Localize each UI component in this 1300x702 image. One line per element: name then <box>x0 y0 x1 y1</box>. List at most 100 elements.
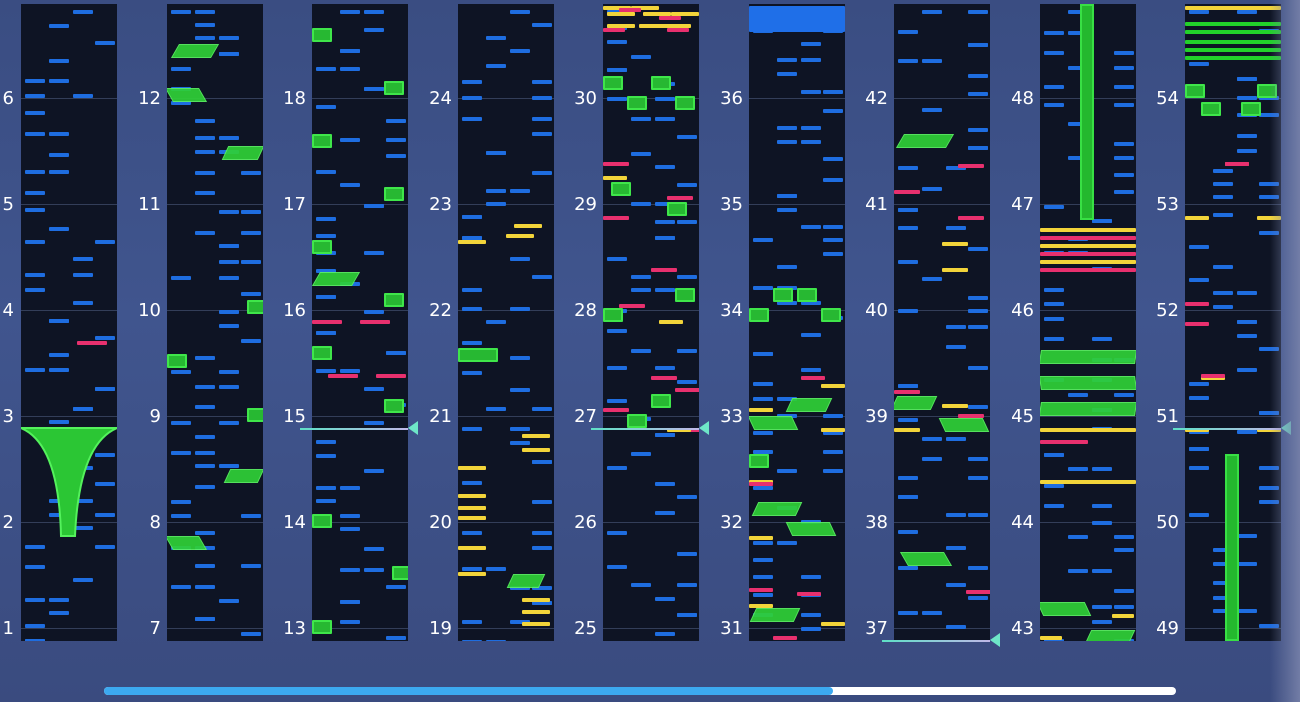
drag-note <box>458 546 486 550</box>
tap-note <box>171 514 191 518</box>
chart-column-6[interactable] <box>749 4 845 641</box>
tap-note <box>1114 103 1134 107</box>
tap-note <box>195 356 215 360</box>
drag-note <box>749 604 773 608</box>
tap-note <box>510 441 530 445</box>
flick-note <box>894 390 920 394</box>
hold-block-note <box>821 308 841 322</box>
tap-note <box>1114 548 1134 552</box>
drag-note <box>522 622 550 626</box>
chart-column-1[interactable] <box>21 4 117 641</box>
tap-note <box>823 225 843 229</box>
tap-note <box>340 514 360 518</box>
tap-note <box>946 345 966 349</box>
bar-separator <box>749 628 845 629</box>
tap-note <box>195 385 215 389</box>
bar-number-label: 20 <box>429 512 452 533</box>
slide-note <box>785 522 837 536</box>
tap-note <box>607 40 627 44</box>
tap-note <box>171 585 191 589</box>
tap-note <box>241 231 261 235</box>
tap-note <box>462 96 482 100</box>
slide-note <box>895 134 955 148</box>
chart-column-7[interactable] <box>894 4 990 641</box>
bar-separator <box>603 522 699 523</box>
note-chart-area[interactable]: 1 2 3 4 5 6 7 8 9 10 11 12 13 14 15 16 17 18 19 20 21 22 23 24 2… <box>0 0 1300 702</box>
tap-note <box>241 514 261 518</box>
bar-number-label: 24 <box>429 88 452 109</box>
tap-note <box>1237 134 1257 138</box>
bar-number-label: 15 <box>283 406 306 427</box>
tap-note <box>1068 535 1088 539</box>
hold-block-note <box>675 288 695 302</box>
chart-column-2[interactable] <box>167 4 263 641</box>
bar-number-label: 41 <box>865 194 888 215</box>
tap-note <box>1189 10 1209 14</box>
slide-note <box>1040 402 1136 416</box>
tap-note <box>898 611 918 615</box>
playhead-arrow-icon <box>990 633 1000 647</box>
bar-separator <box>894 98 990 99</box>
tap-note <box>219 52 239 56</box>
drag-note <box>749 408 773 412</box>
tap-note <box>823 238 843 242</box>
tap-note <box>1092 219 1112 223</box>
tap-note <box>946 625 966 629</box>
tap-note <box>340 568 360 572</box>
flick-note <box>667 196 693 200</box>
tap-note <box>655 433 675 437</box>
tap-note <box>1092 504 1112 508</box>
tap-note <box>241 564 261 568</box>
tap-note <box>1044 484 1064 488</box>
drag-note <box>821 622 845 626</box>
tap-note <box>753 382 773 386</box>
tap-note <box>801 368 821 372</box>
tap-note <box>607 68 627 72</box>
tap-note <box>364 28 384 32</box>
tap-note <box>922 59 942 63</box>
flick-note <box>659 16 681 20</box>
tap-note <box>1189 513 1209 517</box>
bar-number-label: 18 <box>283 88 306 109</box>
slide-note <box>1040 376 1136 390</box>
tap-note <box>219 370 239 374</box>
tap-note <box>677 349 697 353</box>
drag-note <box>458 572 486 576</box>
bar-number-label: 34 <box>720 300 743 321</box>
tap-note <box>777 541 797 545</box>
hold-block-note <box>384 399 404 413</box>
flick-note <box>1040 252 1136 256</box>
flick-note <box>328 374 358 378</box>
tap-note <box>677 275 697 279</box>
hold-block-note <box>749 308 769 322</box>
chart-column-4[interactable] <box>458 4 554 641</box>
tap-note <box>364 568 384 572</box>
tap-note <box>753 575 773 579</box>
drag-note <box>1185 216 1209 220</box>
slide-note <box>785 398 833 412</box>
tap-note <box>532 117 552 121</box>
tap-note <box>462 341 482 345</box>
playback-progress-bar[interactable] <box>104 687 1176 695</box>
chart-column-3[interactable] <box>312 4 408 641</box>
tap-note <box>195 435 215 439</box>
tap-note <box>532 460 552 464</box>
flick-note <box>1185 302 1209 306</box>
tap-note <box>532 171 552 175</box>
flick-note <box>1040 268 1136 272</box>
tap-note <box>462 481 482 485</box>
tap-note <box>677 552 697 556</box>
bar-separator <box>894 522 990 523</box>
tap-note <box>1237 534 1257 538</box>
tap-note <box>486 640 506 641</box>
long-hold-note <box>1080 4 1094 220</box>
bar-number-label: 50 <box>1156 512 1179 533</box>
chart-column-5[interactable] <box>603 4 699 641</box>
chart-column-8[interactable] <box>1040 4 1136 641</box>
drag-note <box>514 224 542 228</box>
tap-note <box>801 42 821 46</box>
bar-separator <box>458 522 554 523</box>
playback-progress-fill <box>104 687 833 695</box>
bar-separator <box>894 628 990 629</box>
chart-column-9[interactable] <box>1185 4 1281 641</box>
